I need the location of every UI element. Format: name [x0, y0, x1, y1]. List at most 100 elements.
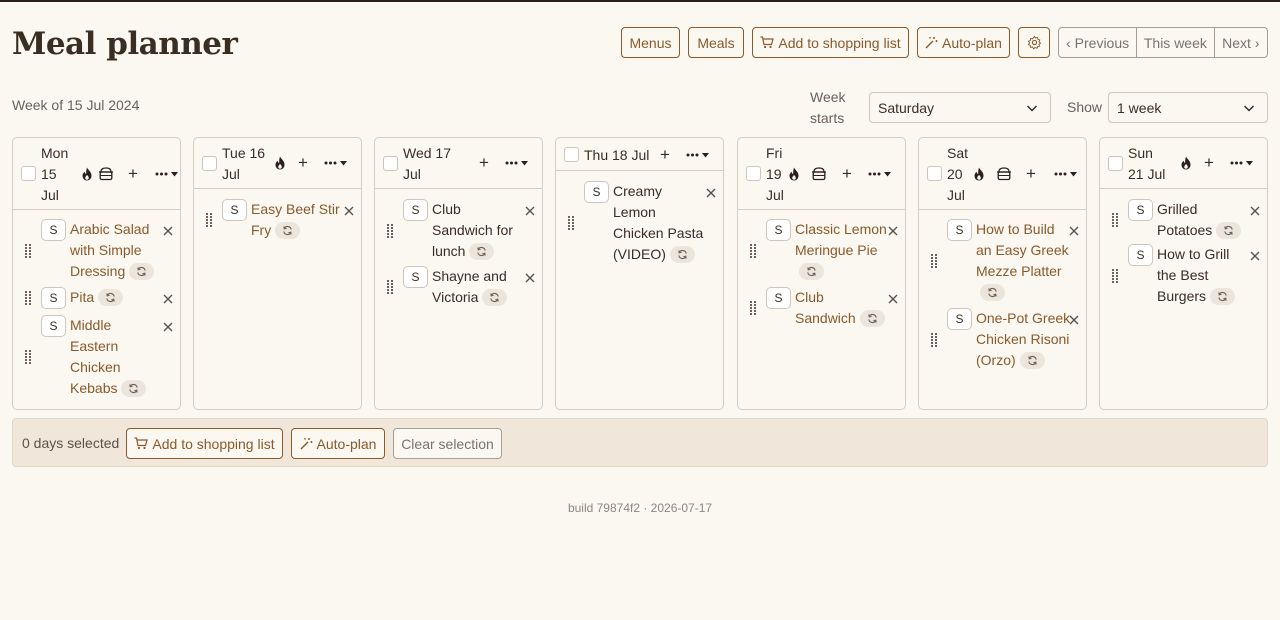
auto-plan-button[interactable]: Auto-plan: [917, 27, 1010, 58]
meal-drag-handle[interactable]: [206, 213, 212, 230]
next-week-button[interactable]: Next ›: [1213, 28, 1267, 57]
add-meal-button[interactable]: +: [479, 154, 489, 171]
cook-button[interactable]: [274, 156, 286, 170]
meals-button[interactable]: Meals: [688, 27, 744, 58]
leftovers-button[interactable]: [98, 167, 114, 181]
swap-meal-button[interactable]: [1210, 287, 1236, 305]
swap-meal-button[interactable]: [669, 245, 695, 263]
add-meal-button[interactable]: +: [298, 154, 308, 171]
meal-drag-handle[interactable]: [25, 291, 31, 308]
meal-drag-handle[interactable]: [1112, 269, 1118, 286]
meal-slot-badge[interactable]: S: [584, 181, 609, 203]
meal-slot-badge[interactable]: S: [403, 199, 428, 221]
meal-slot-badge[interactable]: S: [1128, 244, 1153, 266]
remove-meal-button[interactable]: [525, 270, 535, 286]
remove-meal-button[interactable]: [163, 223, 173, 239]
remove-meal-button[interactable]: [163, 291, 173, 307]
add-meal-button[interactable]: +: [1204, 154, 1214, 171]
meal-name[interactable]: One-Pot Greek Chicken Risoni (Orzo): [976, 308, 1076, 371]
menus-button[interactable]: Menus: [621, 27, 680, 58]
day-select-checkbox[interactable]: [927, 166, 942, 181]
this-week-button[interactable]: This week: [1136, 28, 1213, 57]
meal-name[interactable]: Pita: [70, 287, 170, 308]
cook-button[interactable]: [973, 167, 985, 181]
settings-button[interactable]: [1018, 27, 1050, 58]
add-meal-button[interactable]: +: [1026, 165, 1036, 182]
selection-auto-plan-button[interactable]: Auto-plan: [291, 428, 385, 459]
cook-button[interactable]: [81, 167, 93, 181]
swap-meal-button[interactable]: [121, 379, 147, 397]
day-options-button[interactable]: [505, 159, 529, 167]
meal-drag-handle[interactable]: [25, 350, 31, 367]
meal-slot-badge[interactable]: S: [947, 308, 972, 330]
day-options-button[interactable]: [155, 170, 179, 178]
meal-drag-handle[interactable]: [931, 333, 937, 350]
remove-meal-button[interactable]: [1069, 312, 1079, 328]
remove-meal-button[interactable]: [163, 319, 173, 335]
meal-drag-handle[interactable]: [750, 244, 756, 261]
remove-meal-button[interactable]: [1250, 203, 1260, 219]
add-to-shopping-list-button[interactable]: Add to shopping list: [752, 27, 909, 58]
remove-meal-button[interactable]: [888, 291, 898, 307]
day-select-checkbox[interactable]: [383, 156, 398, 171]
day-options-button[interactable]: [686, 151, 710, 159]
remove-meal-button[interactable]: [706, 185, 716, 201]
meal-drag-handle[interactable]: [931, 254, 937, 271]
meal-drag-handle[interactable]: [387, 280, 393, 297]
meal-name[interactable]: Easy Beef Stir Fry: [251, 199, 351, 241]
day-select-checkbox[interactable]: [746, 166, 761, 181]
meal-slot-badge[interactable]: S: [41, 287, 66, 309]
selection-add-to-shopping-list-button[interactable]: Add to shopping list: [126, 428, 283, 459]
meal-name[interactable]: Shayne and Victoria: [432, 266, 532, 308]
remove-meal-button[interactable]: [525, 203, 535, 219]
swap-meal-button[interactable]: [482, 288, 508, 306]
week-starts-select[interactable]: Saturday: [869, 92, 1051, 123]
day-select-checkbox[interactable]: [564, 147, 579, 162]
meal-slot-badge[interactable]: S: [41, 219, 66, 241]
remove-meal-button[interactable]: [888, 223, 898, 239]
meal-name[interactable]: How to Grill the Best Burgers: [1157, 244, 1257, 307]
remove-meal-button[interactable]: [1069, 223, 1079, 239]
day-options-button[interactable]: [1230, 159, 1254, 167]
clear-selection-button[interactable]: Clear selection: [393, 428, 502, 459]
swap-meal-button[interactable]: [469, 242, 495, 260]
cook-button[interactable]: [788, 167, 800, 181]
meal-drag-handle[interactable]: [25, 244, 31, 261]
meal-slot-badge[interactable]: S: [1128, 199, 1153, 221]
swap-meal-button[interactable]: [980, 283, 1005, 301]
remove-meal-button[interactable]: [344, 203, 354, 219]
add-meal-button[interactable]: +: [842, 165, 852, 182]
cook-button[interactable]: [1180, 156, 1192, 170]
leftovers-button[interactable]: [811, 167, 827, 181]
add-meal-button[interactable]: +: [660, 146, 670, 163]
leftovers-button[interactable]: [996, 167, 1012, 181]
day-options-button[interactable]: [868, 170, 892, 178]
meal-slot-badge[interactable]: S: [947, 219, 972, 241]
swap-meal-button[interactable]: [799, 262, 824, 280]
day-options-button[interactable]: [1054, 170, 1078, 178]
meal-drag-handle[interactable]: [568, 216, 574, 233]
meal-drag-handle[interactable]: [750, 301, 756, 318]
swap-meal-button[interactable]: [1019, 351, 1045, 369]
day-select-checkbox[interactable]: [202, 156, 217, 171]
meal-name[interactable]: Arabic Salad with Simple Dressing: [70, 219, 170, 282]
meal-name[interactable]: Middle Eastern Chicken Kebabs: [70, 315, 170, 399]
meal-name[interactable]: Grilled Potatoes: [1157, 199, 1257, 241]
meal-slot-badge[interactable]: S: [766, 219, 791, 241]
day-options-button[interactable]: [324, 159, 348, 167]
meal-name[interactable]: Classic Lemon Meringue Pie: [795, 219, 895, 282]
meal-slot-badge[interactable]: S: [403, 266, 428, 288]
show-select[interactable]: 1 week: [1108, 92, 1268, 123]
swap-meal-button[interactable]: [275, 221, 301, 239]
swap-meal-button[interactable]: [98, 288, 124, 306]
meal-name[interactable]: How to Build an Easy Greek Mezze Platter: [976, 219, 1076, 303]
meal-drag-handle[interactable]: [1112, 213, 1118, 230]
remove-meal-button[interactable]: [1250, 248, 1260, 264]
meal-name[interactable]: Club Sandwich for lunch: [432, 199, 532, 262]
meal-slot-badge[interactable]: S: [222, 199, 247, 221]
add-meal-button[interactable]: +: [128, 165, 138, 182]
swap-meal-button[interactable]: [129, 262, 155, 280]
swap-meal-button[interactable]: [859, 309, 885, 327]
meal-slot-badge[interactable]: S: [766, 287, 791, 309]
meal-drag-handle[interactable]: [387, 224, 393, 241]
